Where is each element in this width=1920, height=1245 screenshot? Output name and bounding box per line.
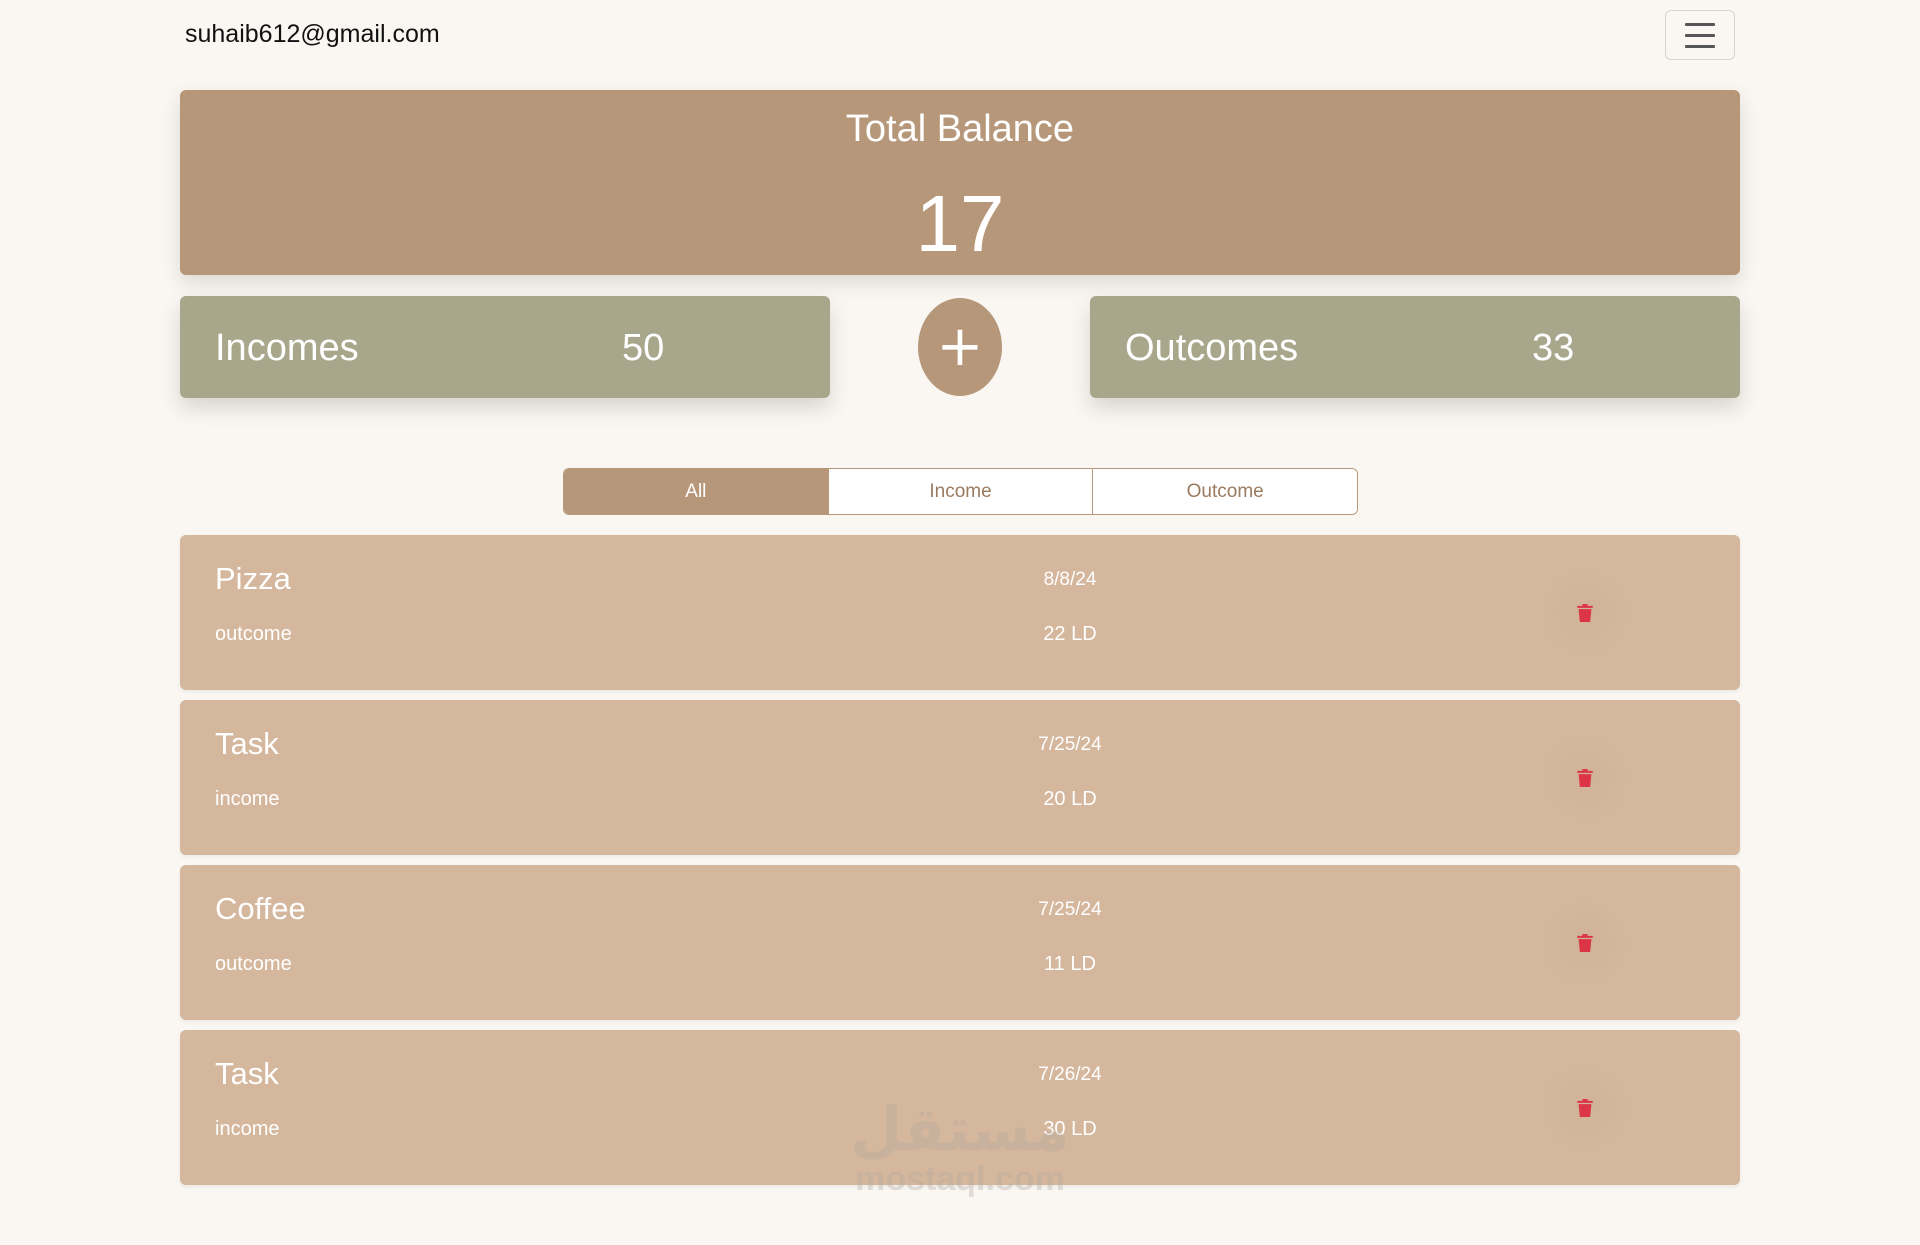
transaction-date: 7/25/24 (1038, 734, 1102, 755)
tab-outcome[interactable]: Outcome (1092, 469, 1357, 514)
transaction-type: income (215, 1118, 280, 1140)
outcomes-label: Outcomes (1125, 327, 1299, 369)
transaction-type: outcome (215, 623, 292, 645)
total-balance-card: Total Balance 17 (180, 90, 1740, 275)
transaction-amount: 22 LD (1043, 623, 1097, 645)
incomes-card: Incomes 50 (180, 296, 830, 398)
navbar: suhaib612@gmail.com (0, 0, 1920, 70)
incomes-label: Incomes (215, 327, 359, 369)
trash-icon (1577, 769, 1593, 787)
watermark-latin: mostaql.com (855, 1160, 1065, 1198)
delete-transaction-button[interactable] (1535, 901, 1635, 985)
transaction-date: 7/25/24 (1038, 899, 1102, 920)
menu-toggle-button[interactable] (1665, 10, 1735, 60)
transaction-amount: 11 LD (1044, 953, 1096, 975)
tab-all[interactable]: All (564, 469, 828, 514)
transaction-name: Task (215, 726, 279, 761)
balance-title: Total Balance (845, 108, 1075, 150)
transaction-name: Task (215, 1056, 279, 1091)
trash-icon (1577, 1099, 1593, 1117)
transaction-row: Pizza outcome 8/8/24 22 LD (180, 535, 1740, 690)
balance-value: 17 (915, 179, 1005, 268)
user-email: suhaib612@gmail.com (185, 20, 440, 48)
tab-income[interactable]: Income (827, 469, 1093, 514)
incomes-value: 50 (622, 327, 665, 369)
transaction-amount: 20 LD (1043, 788, 1097, 810)
outcomes-value: 33 (1532, 327, 1575, 369)
add-transaction-button[interactable]: + (918, 298, 1002, 396)
transaction-type: outcome (215, 953, 292, 975)
transaction-type: income (215, 788, 280, 810)
transaction-date: 8/8/24 (1043, 569, 1097, 590)
delete-transaction-button[interactable] (1535, 736, 1635, 820)
delete-transaction-button[interactable] (1535, 571, 1635, 655)
transaction-name: Coffee (215, 891, 306, 926)
watermark-arabic: مستقل (850, 1095, 1070, 1165)
transaction-row: Coffee outcome 7/25/24 11 LD (180, 865, 1740, 1020)
delete-transaction-button[interactable] (1535, 1066, 1635, 1150)
filter-tabs: All Income Outcome (563, 468, 1358, 515)
trash-icon (1577, 934, 1593, 952)
transaction-name: Pizza (215, 561, 291, 596)
outcomes-card: Outcomes 33 (1090, 296, 1740, 398)
trash-icon (1577, 604, 1593, 622)
transaction-date: 7/26/24 (1038, 1064, 1102, 1085)
watermark: مستقل mostaql.com (820, 1100, 1100, 1198)
hamburger-menu-icon (1685, 22, 1715, 26)
transaction-row: Task income 7/25/24 20 LD (180, 700, 1740, 855)
